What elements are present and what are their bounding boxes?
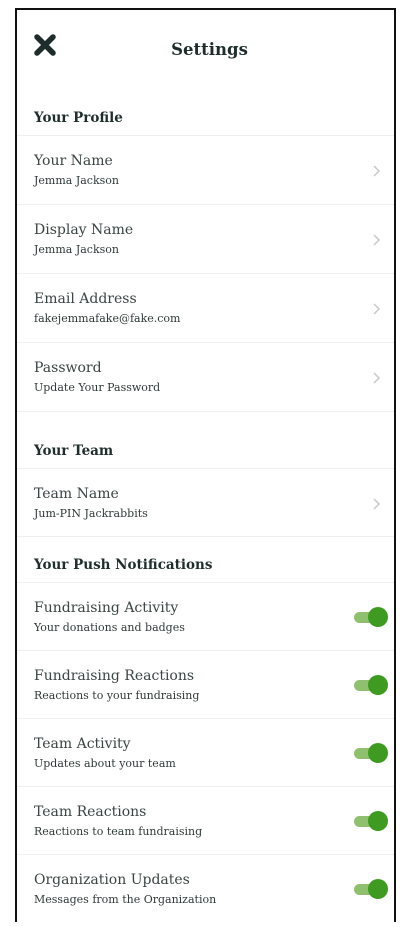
row-label: Fundraising Activity [34,600,179,616]
notification-row-team-reactions: Team Reactions Reactions to team fundrai… [17,787,394,855]
row-value: Jemma Jackson [34,174,119,187]
section-title-profile: Your Profile [17,88,394,136]
toggle-knob [368,675,388,695]
toggle-switch[interactable] [354,879,388,899]
row-subtitle: Messages from the Organization [34,893,217,906]
row-subtitle: Updates about your team [34,757,176,770]
close-icon [34,34,56,56]
row-subtitle: Reactions to team fundraising [34,825,203,838]
notification-row-team-activity: Team Activity Updates about your team [17,719,394,787]
row-label: Email Address [34,291,137,307]
row-label: Team Name [34,486,119,502]
chevron-right-icon [373,498,381,510]
row-value: fakejemmafake@fake.com [34,312,181,325]
notification-row-organization-updates: Organization Updates Messages from the O… [17,855,394,922]
toggle-switch[interactable] [354,811,388,831]
toggle-knob [368,743,388,763]
toggle-switch[interactable] [354,743,388,763]
notification-row-fundraising-reactions: Fundraising Reactions Reactions to your … [17,651,394,719]
chevron-right-icon [373,234,381,246]
chevron-right-icon [373,372,381,384]
row-value: Jemma Jackson [34,243,119,256]
row-label: Password [34,360,102,376]
row-label: Display Name [34,222,134,238]
row-subtitle: Your donations and badges [34,621,185,634]
row-label: Your Name [34,153,113,169]
row-subtitle: Reactions to your fundraising [34,689,200,702]
toggle-knob [368,879,388,899]
profile-row-your-name[interactable]: Your Name Jemma Jackson [17,136,394,205]
row-label: Fundraising Reactions [34,668,195,684]
row-value: Update Your Password [34,381,161,394]
chevron-right-icon [373,303,381,315]
toggle-knob [368,811,388,831]
profile-row-password[interactable]: Password Update Your Password [17,343,394,412]
toggle-switch[interactable] [354,607,388,627]
row-label: Team Reactions [34,804,147,820]
header: Settings [17,10,394,88]
page-title: Settings [171,39,248,59]
chevron-right-icon [373,165,381,177]
toggle-switch[interactable] [354,675,388,695]
row-label: Team Activity [34,736,131,752]
team-row-team-name[interactable]: Team Name Jum-PIN Jackrabbits [17,469,394,537]
row-value: Jum-PIN Jackrabbits [34,507,148,520]
section-title-notifications: Your Push Notifications [17,537,394,583]
settings-screen: Settings Your Profile Your Name Jemma Ja… [15,8,396,922]
notification-row-fundraising-activity: Fundraising Activity Your donations and … [17,583,394,651]
section-title-team: Your Team [17,412,394,469]
close-button[interactable] [34,34,56,56]
profile-row-display-name[interactable]: Display Name Jemma Jackson [17,205,394,274]
profile-row-email[interactable]: Email Address fakejemmafake@fake.com [17,274,394,343]
row-label: Organization Updates [34,872,190,888]
toggle-knob [368,607,388,627]
